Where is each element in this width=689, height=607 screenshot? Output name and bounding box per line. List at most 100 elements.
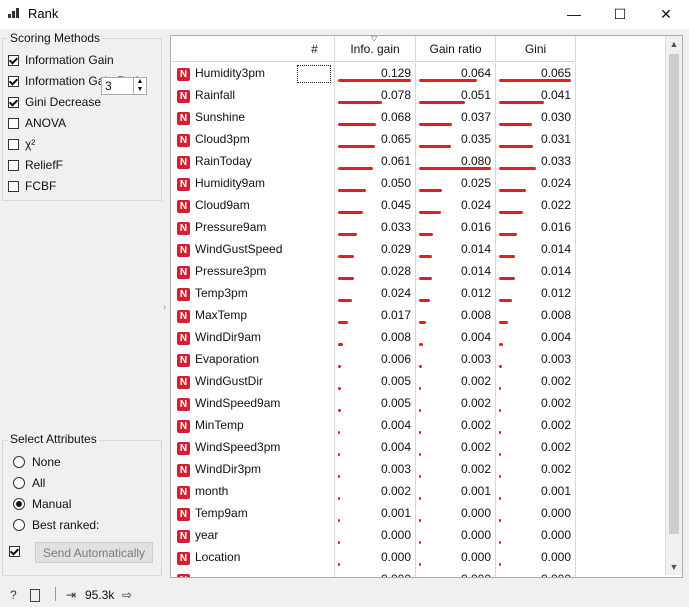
score-cell-ratio[interactable]: 0.001	[416, 481, 496, 503]
rank-cell[interactable]	[295, 503, 335, 525]
auto-send-checkbox[interactable]	[9, 546, 20, 557]
help-icon[interactable]: ?	[10, 588, 17, 602]
table-row[interactable]: Nmonth 0.002 0.001 0.001	[171, 481, 666, 503]
score-cell-ratio[interactable]: 0.012	[416, 283, 496, 305]
table-row[interactable]: N Cloud9am 0.045 0.024 0.022	[171, 195, 666, 217]
scoring-method-checkbox[interactable]	[8, 96, 19, 108]
score-cell-ratio[interactable]: 0.014	[416, 261, 496, 283]
score-cell-gini[interactable]: 0.022	[496, 195, 576, 217]
close-button[interactable]: ✕	[643, 0, 689, 29]
score-cell-ratio[interactable]: 0.016	[416, 217, 496, 239]
score-cell-gini[interactable]: 0.024	[496, 173, 576, 195]
table-row[interactable]: N Pressure3pm 0.028 0.014 0.014	[171, 261, 666, 283]
score-cell-gini[interactable]: 0.002	[496, 371, 576, 393]
score-cell-gini[interactable]: 0.014	[496, 239, 576, 261]
score-cell-info[interactable]: 0.004	[335, 437, 416, 459]
score-cell-gini[interactable]: 0.000	[496, 503, 576, 525]
scroll-thumb[interactable]	[669, 54, 679, 534]
scroll-up-icon[interactable]: ▲	[666, 36, 682, 52]
score-cell-ratio[interactable]: 0.000	[416, 547, 496, 569]
select-option-row[interactable]: Best ranked:	[13, 516, 99, 534]
rank-cell[interactable]	[295, 393, 335, 415]
scoring-method-checkbox[interactable]	[8, 138, 19, 150]
rank-cell[interactable]	[295, 283, 335, 305]
score-cell-gini[interactable]: 0.014	[496, 261, 576, 283]
score-cell-info[interactable]: 0.005	[335, 371, 416, 393]
scoring-method-row[interactable]: ReliefF	[8, 156, 63, 174]
spin-up-icon[interactable]: ▲	[133, 78, 146, 86]
score-cell-ratio[interactable]: 0.024	[416, 195, 496, 217]
score-cell-info[interactable]: 0.028	[335, 261, 416, 283]
scoring-method-row[interactable]: FCBF	[8, 177, 56, 195]
score-cell-ratio[interactable]: 0.051	[416, 85, 496, 107]
score-cell-gini[interactable]: 0.003	[496, 349, 576, 371]
rank-cell[interactable]	[295, 349, 335, 371]
score-cell-info[interactable]: 0.001	[335, 503, 416, 525]
rank-cell[interactable]	[295, 129, 335, 151]
rank-cell[interactable]	[295, 569, 335, 577]
score-cell-gini[interactable]: 0.008	[496, 305, 576, 327]
rank-cell[interactable]	[295, 151, 335, 173]
select-option-radio[interactable]	[13, 456, 25, 468]
rank-cell[interactable]	[295, 327, 335, 349]
rank-cell[interactable]	[295, 525, 335, 547]
score-cell-gini[interactable]: 0.001	[496, 481, 576, 503]
score-cell-info[interactable]: 0.006	[335, 349, 416, 371]
scoring-method-checkbox[interactable]	[8, 159, 19, 171]
score-cell-info[interactable]: 0.050	[335, 173, 416, 195]
score-cell-gini[interactable]: 0.002	[496, 437, 576, 459]
table-row[interactable]: N MinTemp 0.004 0.002 0.002	[171, 415, 666, 437]
score-cell-info[interactable]: 0.129	[335, 63, 416, 85]
table-row[interactable]: N Location 0.000 0.000 0.000	[171, 547, 666, 569]
score-cell-ratio[interactable]: 0.000	[416, 569, 496, 577]
score-cell-info[interactable]: 0.068	[335, 107, 416, 129]
score-cell-gini[interactable]: 0.016	[496, 217, 576, 239]
score-cell-info[interactable]: 0.000	[335, 525, 416, 547]
table-row[interactable]: N WindGustSpeed 0.029 0.014 0.014	[171, 239, 666, 261]
scoring-method-checkbox[interactable]	[8, 75, 19, 87]
header-gini[interactable]: Gini	[496, 36, 576, 62]
scoring-method-checkbox[interactable]	[8, 117, 19, 129]
table-row[interactable]: N Temp3pm 0.024 0.012 0.012	[171, 283, 666, 305]
splitter-handle-icon[interactable]: ›	[163, 302, 166, 313]
rank-cell[interactable]	[295, 481, 335, 503]
send-automatically-button[interactable]: Send Automatically	[35, 542, 153, 563]
table-row[interactable]: N 0.000 0.000 0.000	[171, 569, 666, 577]
score-cell-gini[interactable]: 0.002	[496, 415, 576, 437]
rank-cell[interactable]	[295, 547, 335, 569]
rank-cell[interactable]	[295, 459, 335, 481]
score-cell-gini[interactable]: 0.012	[496, 283, 576, 305]
score-cell-info[interactable]: 0.033	[335, 217, 416, 239]
header-gain-ratio[interactable]: Gain ratio	[416, 36, 496, 62]
table-row[interactable]: Nyear 0.000 0.000 0.000	[171, 525, 666, 547]
select-option-row[interactable]: Manual	[13, 495, 71, 513]
score-cell-ratio[interactable]: 0.064	[416, 63, 496, 85]
scoring-method-row[interactable]: Information Gain	[8, 51, 114, 69]
rank-cell[interactable]	[295, 305, 335, 327]
table-row[interactable]: N WindDir3pm 0.003 0.002 0.002	[171, 459, 666, 481]
score-cell-ratio[interactable]: 0.003	[416, 349, 496, 371]
rank-cell[interactable]	[295, 217, 335, 239]
score-cell-ratio[interactable]: 0.080	[416, 151, 496, 173]
score-cell-info[interactable]: 0.045	[335, 195, 416, 217]
score-cell-info[interactable]: 0.000	[335, 569, 416, 577]
table-row[interactable]: N Humidity9am 0.050 0.025 0.024	[171, 173, 666, 195]
score-cell-ratio[interactable]: 0.002	[416, 393, 496, 415]
table-row[interactable]: N WindSpeed3pm 0.004 0.002 0.002	[171, 437, 666, 459]
score-cell-ratio[interactable]: 0.004	[416, 327, 496, 349]
select-option-row[interactable]: All	[13, 474, 45, 492]
select-option-row[interactable]: None	[13, 453, 61, 471]
rank-cell[interactable]	[295, 437, 335, 459]
score-cell-ratio[interactable]: 0.002	[416, 437, 496, 459]
score-cell-info[interactable]: 0.029	[335, 239, 416, 261]
score-cell-gini[interactable]: 0.000	[496, 569, 576, 577]
rank-cell[interactable]	[295, 371, 335, 393]
report-icon[interactable]	[30, 589, 40, 602]
scoring-method-row[interactable]: Gini Decrease	[8, 93, 101, 111]
score-cell-ratio[interactable]: 0.000	[416, 525, 496, 547]
score-cell-ratio[interactable]: 0.000	[416, 503, 496, 525]
rank-cell[interactable]	[295, 63, 335, 85]
select-option-radio[interactable]	[13, 519, 25, 531]
score-cell-gini[interactable]: 0.033	[496, 151, 576, 173]
scroll-down-icon[interactable]: ▼	[666, 559, 682, 575]
